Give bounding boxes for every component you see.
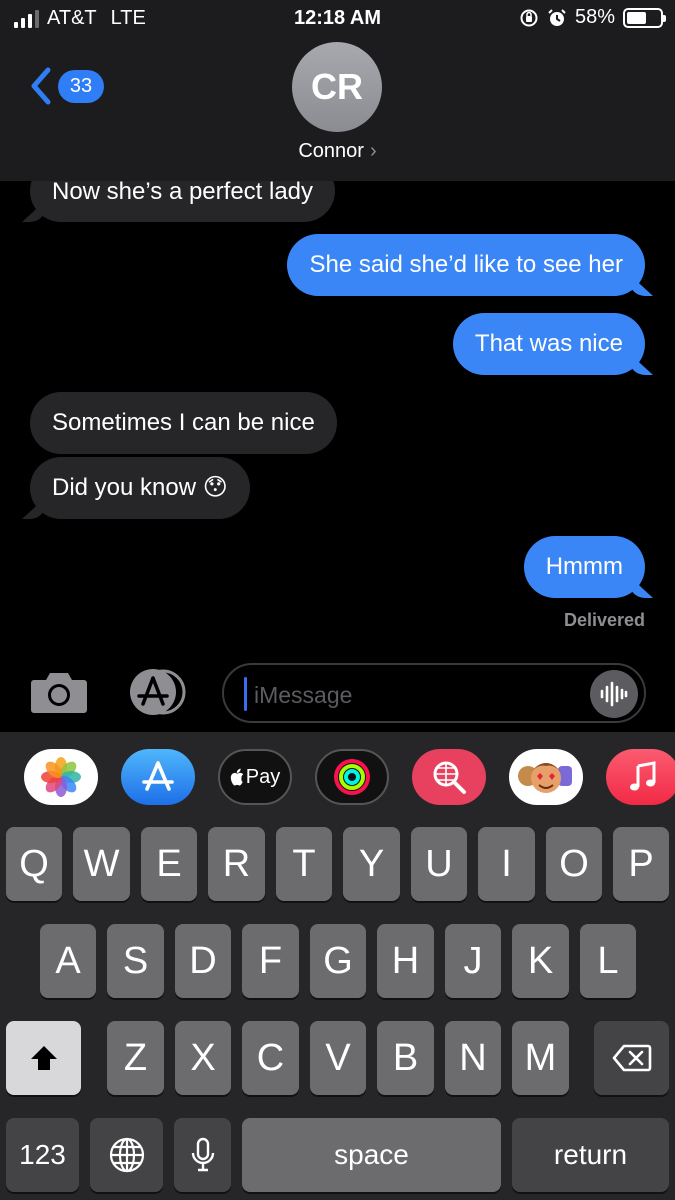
key-h[interactable]: H <box>377 924 434 998</box>
contact-name: Connor <box>298 140 364 162</box>
key-b[interactable]: B <box>377 1021 434 1095</box>
key-t[interactable]: T <box>276 827 332 901</box>
key-w[interactable]: W <box>73 827 130 901</box>
message-text: Sometimes I can be nice <box>52 409 315 436</box>
apple-pay-icon[interactable]: Pay <box>218 749 292 805</box>
key-g[interactable]: G <box>310 924 366 998</box>
web-search-icon[interactable] <box>412 749 486 805</box>
key-p[interactable]: P <box>613 827 669 901</box>
key-n[interactable]: N <box>445 1021 501 1095</box>
key-j[interactable]: J <box>445 924 501 998</box>
message-bubble-outgoing[interactable]: Hmmm <box>523 536 645 598</box>
key-i[interactable]: I <box>478 827 535 901</box>
message-text: Did you know 😯 <box>52 474 228 501</box>
app-store-icon[interactable] <box>125 668 189 716</box>
globe-key[interactable] <box>90 1118 163 1192</box>
message-bubble-incoming[interactable]: Did you know 😯 <box>30 457 250 519</box>
unread-count-badge: 33 <box>58 69 104 103</box>
key-e[interactable]: E <box>141 827 197 901</box>
chevron-left-icon <box>31 67 51 105</box>
key-o[interactable]: O <box>546 827 602 901</box>
message-input[interactable]: iMessage <box>222 663 646 723</box>
space-key[interactable]: space <box>242 1118 501 1192</box>
battery-percent: 58% <box>574 6 615 28</box>
photos-app-icon[interactable] <box>24 749 98 805</box>
microphone-icon <box>191 1137 214 1172</box>
key-a[interactable]: A <box>40 924 96 998</box>
message-bubble-incoming[interactable]: Sometimes I can be nice <box>30 392 337 454</box>
key-m[interactable]: M <box>512 1021 569 1095</box>
message-placeholder: iMessage <box>254 682 353 708</box>
app-store-icon[interactable] <box>121 749 195 805</box>
apple-logo-icon <box>230 768 243 786</box>
return-key[interactable]: return <box>512 1118 669 1192</box>
delivered-status: Delivered <box>563 610 645 630</box>
dictation-key[interactable] <box>174 1118 231 1192</box>
avatar[interactable]: CR <box>292 42 382 132</box>
music-icon[interactable] <box>606 749 675 805</box>
back-button[interactable]: 33 <box>28 66 104 106</box>
memoji-icon[interactable] <box>509 749 583 805</box>
key-c[interactable]: C <box>242 1021 299 1095</box>
compose-bar: iMessage <box>0 650 675 732</box>
battery-icon <box>623 7 666 28</box>
audio-waveform-icon[interactable] <box>590 670 638 718</box>
key-r[interactable]: R <box>208 827 265 901</box>
message-bubble-outgoing[interactable]: She said she’d like to see her <box>287 234 645 296</box>
key-s[interactable]: S <box>107 924 164 998</box>
camera-icon[interactable] <box>30 670 88 714</box>
apple-pay-label: Pay <box>245 765 281 788</box>
key-f[interactable]: F <box>242 924 299 998</box>
status-bar: AT&T LTE 12:18 AM 58% <box>0 0 675 38</box>
message-text: She said she’d like to see her <box>309 251 623 278</box>
contact-name-button[interactable]: Connor › <box>0 140 675 163</box>
text-cursor <box>244 677 247 711</box>
message-text: Hmmm <box>545 553 623 580</box>
shift-key[interactable] <box>6 1021 81 1095</box>
backspace-icon <box>612 1044 651 1072</box>
chevron-right-icon: › <box>369 140 377 162</box>
key-v[interactable]: V <box>310 1021 366 1095</box>
orientation-lock-icon <box>519 8 539 28</box>
status-right: 58% <box>519 6 666 29</box>
key-k[interactable]: K <box>512 924 569 998</box>
key-z[interactable]: Z <box>107 1021 164 1095</box>
activity-icon[interactable] <box>315 749 389 805</box>
globe-icon <box>109 1137 144 1173</box>
conversation-header: 33 CR Connor › <box>0 38 675 181</box>
key-l[interactable]: L <box>580 924 636 998</box>
key-u[interactable]: U <box>411 827 467 901</box>
delete-key[interactable] <box>594 1021 669 1095</box>
shift-arrow-icon <box>30 1046 57 1070</box>
alarm-icon <box>547 8 567 28</box>
keyboard: Q W E R T Y U I O P A S D F G H J K L Z … <box>0 825 675 1200</box>
key-d[interactable]: D <box>175 924 231 998</box>
message-text: Now she’s a perfect lady <box>52 178 314 205</box>
imessage-app-drawer: Pay <box>0 732 675 825</box>
message-text: That was nice <box>474 330 623 357</box>
key-x[interactable]: X <box>175 1021 231 1095</box>
numbers-key[interactable]: 123 <box>6 1118 79 1192</box>
battery-fill <box>627 11 646 24</box>
key-q[interactable]: Q <box>6 827 62 901</box>
message-bubble-outgoing[interactable]: That was nice <box>452 313 645 375</box>
key-y[interactable]: Y <box>343 827 400 901</box>
